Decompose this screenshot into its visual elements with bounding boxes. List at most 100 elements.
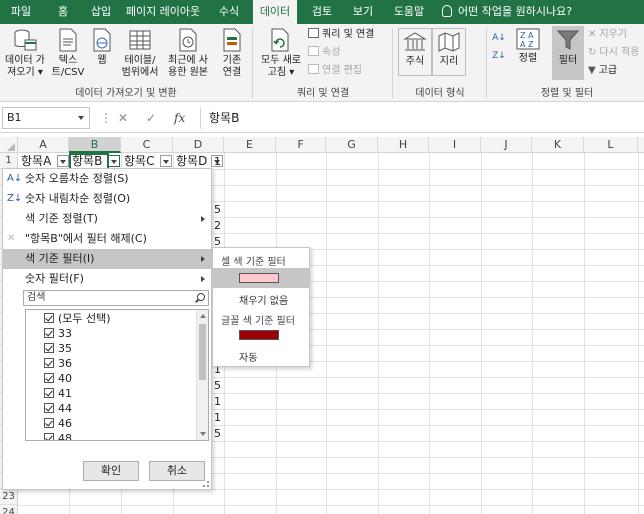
chevron-right-icon [201, 276, 205, 282]
filter-dropdown-a[interactable] [57, 155, 69, 167]
column-header-l[interactable]: L [584, 137, 638, 153]
geography-button[interactable]: 지리 [432, 28, 466, 76]
web-button[interactable]: 웹 [88, 28, 116, 67]
menu-number-filters[interactable]: 숫자 필터(F) [3, 269, 211, 289]
filter-label: 필터 [558, 55, 578, 66]
filter-dropdown-b[interactable] [108, 155, 120, 167]
cell-b1[interactable]: 항목B [69, 153, 109, 170]
enter-icon[interactable]: ✓ [146, 111, 156, 125]
grid-line [638, 153, 639, 514]
automatic-option[interactable]: 자동 [239, 349, 257, 364]
tab-insert[interactable]: 삽입 [84, 0, 118, 24]
recent-sources-button[interactable]: 최근에 사 용한 원본 [164, 28, 212, 79]
checkbox[interactable] [44, 418, 54, 428]
cell-d-value[interactable]: 5 [214, 426, 228, 441]
scroll-up-icon[interactable] [200, 314, 206, 318]
sort-asc-small-button[interactable]: A↓ Z↓ [492, 32, 506, 62]
column-header-k[interactable]: K [532, 137, 584, 153]
cancel-button[interactable]: 취소 [149, 461, 205, 481]
menu-sort-ascending[interactable]: A↓ 숫자 오름차순 정렬(S) [3, 169, 211, 189]
tab-data[interactable]: 데이터 [253, 0, 297, 24]
column-header-j[interactable]: J [481, 137, 532, 153]
insert-function-icon[interactable]: fx [174, 111, 185, 125]
resize-grip[interactable] [203, 481, 209, 487]
cell-d-value[interactable]: 5 [214, 202, 228, 217]
scroll-thumb[interactable] [199, 324, 206, 380]
group-queries-label: 쿼리 및 연결 [296, 88, 350, 99]
queries-connections-button[interactable]: 쿼리 및 연결 [308, 28, 374, 42]
sort-button[interactable]: Z A A Z 정렬 [514, 28, 542, 65]
row-header-23[interactable]: 23 [0, 489, 18, 505]
chevron-down-icon[interactable] [78, 116, 84, 120]
row-header-1[interactable]: 1 [0, 153, 18, 169]
column-header-d[interactable]: D [173, 137, 224, 153]
cell-d-value[interactable]: 5 [214, 378, 228, 393]
scroll-down-icon[interactable] [200, 432, 206, 436]
properties-button[interactable]: 속성 [308, 46, 340, 60]
checkbox[interactable] [44, 403, 54, 413]
existing-connections-button[interactable]: 기존 연결 [216, 28, 248, 79]
checkbox[interactable] [44, 343, 54, 353]
select-all-button[interactable] [0, 137, 18, 153]
menu-sort-descending[interactable]: Z↓ 숫자 내림차순 정렬(O) [3, 189, 211, 209]
column-header-e[interactable]: E [224, 137, 276, 153]
cell-d-value[interactable]: 2 [214, 218, 228, 233]
font-color-swatch[interactable] [239, 330, 279, 340]
formula-input[interactable]: 항목B [200, 107, 640, 129]
cell-color-swatch[interactable] [239, 273, 279, 283]
cancel-icon[interactable]: ✕ [118, 111, 128, 125]
tab-file[interactable]: 파일 [6, 0, 36, 24]
sort-asc-small-icon: A↓ [492, 33, 506, 43]
tab-view[interactable]: 보기 [346, 0, 380, 24]
column-header-c[interactable]: C [121, 137, 173, 153]
checkbox[interactable] [44, 358, 54, 368]
funnel-icon [556, 30, 580, 50]
column-header-b[interactable]: B [69, 137, 121, 153]
tab-home[interactable]: 홈 [48, 0, 78, 24]
cell-d-value[interactable]: 1 [214, 394, 228, 409]
clear-filter-button[interactable]: ✕ 지우기 [588, 28, 627, 42]
checkbox[interactable] [44, 388, 54, 398]
filter-button[interactable]: 필터 [552, 26, 584, 80]
group-sort-filter-label: 정렬 및 필터 [540, 88, 594, 99]
edit-links-button[interactable]: 연결 편집 [308, 64, 362, 78]
refresh-all-label-2: 고침 ▾ [267, 67, 295, 78]
checkbox[interactable] [44, 373, 54, 383]
column-header-a[interactable]: A [18, 137, 69, 153]
checkbox[interactable] [44, 433, 54, 440]
column-header-f[interactable]: F [276, 137, 326, 153]
menu-filter-by-color[interactable]: 색 기준 필터(I) [3, 249, 211, 269]
checkbox[interactable] [44, 328, 54, 338]
reapply-button[interactable]: ↻ 다시 적용 [588, 46, 639, 60]
tab-review[interactable]: 검토 [306, 0, 338, 24]
get-data-button[interactable]: 데이터 가 져오기 ▾ [4, 28, 46, 79]
menu-sort-by-color[interactable]: 색 기준 정렬(T) [3, 209, 211, 229]
stocks-button[interactable]: 주식 [398, 28, 432, 76]
cell-a1[interactable]: 항목A [19, 154, 57, 169]
text-csv-button[interactable]: 텍스 트/CSV [50, 28, 86, 79]
filter-search-input[interactable]: 검색 [23, 290, 209, 306]
menu-clear-filter[interactable]: ✕ "항목B"에서 필터 해제(C) [3, 229, 211, 249]
tab-page-layout[interactable]: 페이지 레이아웃 [122, 0, 204, 24]
cell-c1[interactable]: 항목C [122, 154, 160, 169]
cell-d1[interactable]: 항목D [174, 154, 212, 169]
refresh-all-button[interactable]: 모두 새로 고침 ▾ [258, 28, 304, 79]
column-header-h[interactable]: H [378, 137, 429, 153]
checkbox[interactable] [44, 313, 54, 323]
ok-button[interactable]: 확인 [83, 461, 139, 481]
filter-dropdown-c[interactable] [160, 155, 172, 167]
from-table-button[interactable]: 테이블/ 범위에서 [118, 28, 162, 79]
row-header-24[interactable]: 24 [0, 505, 18, 514]
cell-d-value[interactable]: 1 [214, 154, 228, 169]
no-fill-option[interactable]: 채우기 없음 [239, 292, 288, 307]
from-table-label-1: 테이블/ [124, 55, 156, 66]
column-header-g[interactable]: G [326, 137, 378, 153]
tab-formulas[interactable]: 수식 [212, 0, 246, 24]
cell-d-value[interactable]: 1 [214, 410, 228, 425]
tell-me-box[interactable]: 어떤 작업을 원하시나요? [442, 0, 572, 24]
column-header-i[interactable]: I [429, 137, 481, 153]
list-scrollbar[interactable] [196, 310, 208, 440]
name-box[interactable]: B1 [2, 107, 90, 129]
tab-help[interactable]: 도움말 [388, 0, 430, 24]
advanced-filter-button[interactable]: ▼ 고급 [588, 64, 617, 78]
